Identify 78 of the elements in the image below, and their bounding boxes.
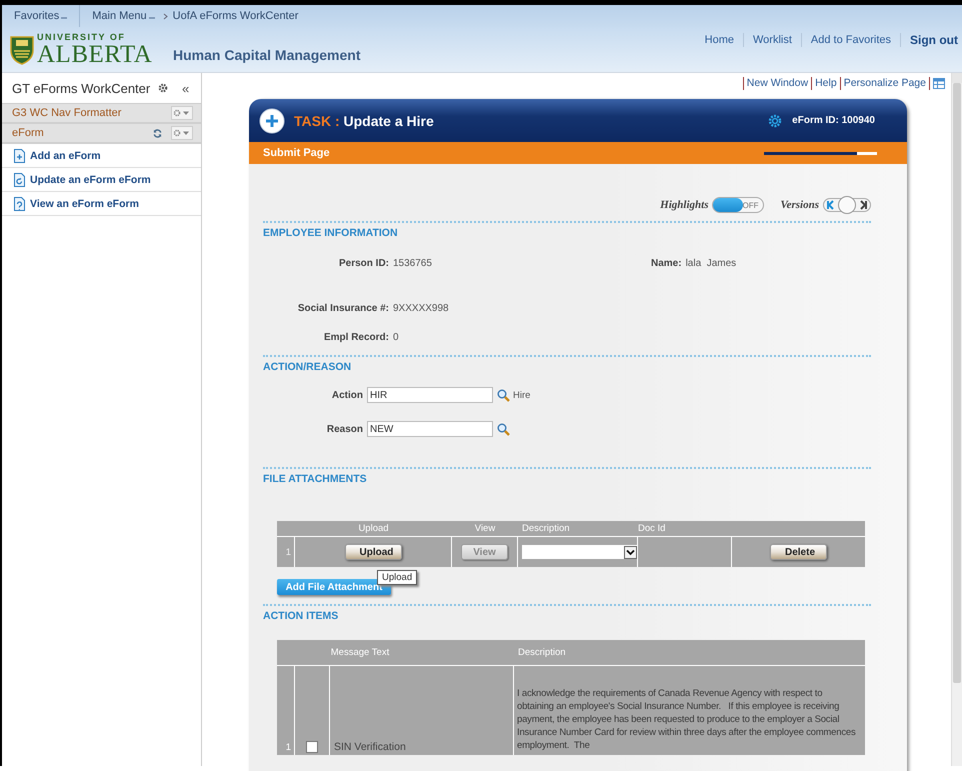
panel-title: G3 WC Nav Formatter xyxy=(12,107,122,119)
page-link[interactable]: Personalize Page xyxy=(844,77,926,89)
menu-button[interactable]: Main Menu xyxy=(80,5,159,27)
field-value: 1536765 xyxy=(393,258,432,269)
document-icon xyxy=(14,148,25,162)
task-title: TASK : Update a Hire xyxy=(294,112,435,128)
column-header: Doc Id xyxy=(638,523,666,534)
logo-text-bottom: ALBERTA xyxy=(37,42,152,66)
field-value: lala James xyxy=(686,258,736,269)
sidebar-title: GT eForms WorkCenter xyxy=(12,80,152,96)
field-label: Empl Record: xyxy=(322,332,389,343)
toggle-label: Highlights xyxy=(660,199,708,211)
section-heading: ACTION/REASON xyxy=(263,361,352,373)
message-text: SIN Verification xyxy=(334,741,406,753)
header-link[interactable]: Sign out xyxy=(901,33,958,47)
settings-icon[interactable] xyxy=(158,83,168,93)
sidebar-item[interactable]: View an eForm eForm xyxy=(2,192,201,216)
field-description: Hire xyxy=(513,390,530,400)
field-label: Person ID: xyxy=(338,258,389,269)
toggle-label: Versions xyxy=(780,199,819,211)
caret-icon[interactable] xyxy=(61,17,68,21)
description-dropdown[interactable] xyxy=(522,545,637,559)
slider-thumb[interactable] xyxy=(838,196,856,214)
chevron-icon xyxy=(162,12,168,20)
header-link[interactable]: Worklist xyxy=(744,34,801,46)
column-header: Description xyxy=(517,647,567,658)
search-icon[interactable] xyxy=(497,422,510,436)
page-link[interactable]: New Window xyxy=(746,77,808,89)
options-button[interactable] xyxy=(171,106,193,120)
refresh-icon[interactable] xyxy=(153,128,162,138)
column-header: Description xyxy=(521,523,571,534)
section-heading: EMPLOYEE INFORMATION xyxy=(263,227,399,239)
tooltip: Upload xyxy=(377,570,418,585)
section-heading: FILE ATTACHMENTS xyxy=(263,473,368,485)
highlights-switch[interactable]: OFF xyxy=(712,197,764,213)
plus-icon xyxy=(259,108,285,134)
row-number: 1 xyxy=(277,666,295,755)
column-header: Message Text xyxy=(330,647,390,658)
sidebar-item[interactable]: Add an eForm xyxy=(2,144,201,168)
field-label: Action xyxy=(330,390,363,400)
scrollbar[interactable] xyxy=(951,73,962,766)
checkbox[interactable] xyxy=(306,741,318,753)
caret-icon[interactable] xyxy=(148,17,155,21)
panel-title: eForm xyxy=(12,127,45,139)
column-header: View xyxy=(474,523,496,534)
eform-id: eForm ID: 100940 xyxy=(792,115,875,126)
field-label: Social Insurance #: xyxy=(296,303,389,314)
text-field[interactable]: HIR xyxy=(367,387,493,403)
page-link[interactable]: Help xyxy=(815,77,837,89)
field-label: Reason xyxy=(326,424,363,434)
view-button: View xyxy=(461,544,508,560)
field-label: Name: xyxy=(651,258,682,269)
gear-icon[interactable] xyxy=(768,114,782,128)
breadcrumb-link[interactable]: UofA eForms WorkCenter xyxy=(172,10,298,22)
last-icon[interactable] xyxy=(859,200,867,210)
column-header: Upload xyxy=(357,523,390,534)
description-text: I acknowledge the requirements of Canada Revenue Agency with respect to obtaining an employee's Social Insurance Number. If this employee is receiving payment, the employee has been requested to produce to the employer a Social Insurance Number Card for review within three days after the employee commences employment. The xyxy=(517,687,856,752)
sidebar-item[interactable]: Update an eForm eForm xyxy=(2,168,201,192)
versions-slider[interactable] xyxy=(823,198,871,212)
header-link[interactable]: Home xyxy=(696,34,743,46)
field-value: 0 xyxy=(393,332,399,343)
logo-text-top: UNIVERSITY OF xyxy=(37,32,126,42)
delete-button[interactable]: Delete xyxy=(770,544,827,560)
options-button[interactable] xyxy=(171,126,193,140)
first-icon[interactable] xyxy=(827,200,835,210)
table-icon[interactable] xyxy=(933,78,945,88)
text-field[interactable]: NEW xyxy=(367,421,493,437)
field-value: 9XXXXX998 xyxy=(393,303,449,314)
document-icon xyxy=(14,196,25,210)
section-heading: ACTION ITEMS xyxy=(263,610,340,622)
document-icon xyxy=(14,172,25,186)
header-link[interactable]: Add to Favorites xyxy=(802,34,900,46)
row-number: 1 xyxy=(277,537,295,567)
collapse-button[interactable]: « xyxy=(182,80,190,96)
search-icon[interactable] xyxy=(497,388,510,402)
crest-icon xyxy=(10,34,34,64)
upload-button[interactable]: Upload xyxy=(344,544,402,560)
app-title: Human Capital Management xyxy=(173,46,360,62)
